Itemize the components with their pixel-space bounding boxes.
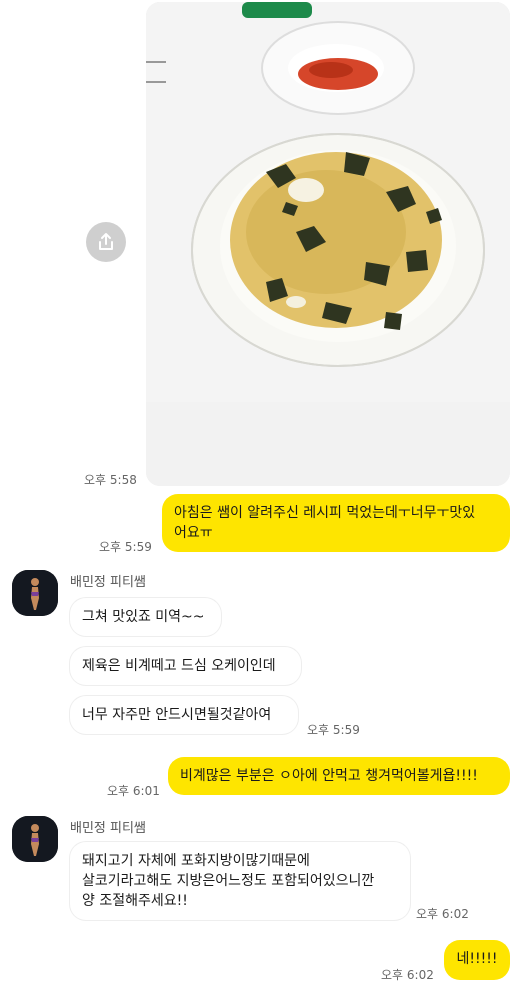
sender-name: 배민정 피티쌤 bbox=[70, 575, 146, 590]
avatar-image bbox=[12, 816, 58, 862]
share-icon bbox=[99, 233, 113, 250]
timestamp: 오후 5:59 bbox=[307, 723, 360, 737]
chat-view: 오후 5:58 아침은 쌤이 알려주신 레시피 먹었는데ㅜ너무ㅜ맛있 어요ㅠ 오… bbox=[0, 0, 524, 1000]
their-message-bubble[interactable]: 제육은 비계떼고 드심 오케이인데 bbox=[70, 647, 301, 685]
timestamp: 오후 6:01 bbox=[107, 784, 160, 798]
sender-name: 배민정 피티쌤 bbox=[70, 821, 146, 836]
my-message-bubble[interactable]: 비계많은 부분은 ㅇ아에 안먹고 챙겨먹어볼게욥!!!! bbox=[168, 757, 510, 795]
timestamp: 오후 5:59 bbox=[99, 540, 152, 554]
photo-message[interactable] bbox=[146, 2, 510, 486]
timestamp: 오후 6:02 bbox=[416, 907, 469, 921]
their-message-bubble[interactable]: 너무 자주만 안드시면될것같아여 bbox=[70, 696, 298, 734]
my-message-bubble[interactable]: 네!!!!! bbox=[444, 940, 510, 980]
avatar-image bbox=[12, 570, 58, 616]
timestamp: 오후 5:58 bbox=[84, 473, 137, 487]
avatar[interactable] bbox=[12, 816, 58, 862]
avatar[interactable] bbox=[12, 570, 58, 616]
my-message-bubble[interactable]: 아침은 쌤이 알려주신 레시피 먹었는데ㅜ너무ㅜ맛있 어요ㅠ bbox=[162, 494, 510, 552]
timestamp: 오후 6:02 bbox=[381, 968, 434, 982]
their-message-bubble[interactable]: 그쳐 맛있죠 미역~~ bbox=[70, 598, 221, 636]
their-message-bubble[interactable]: 돼지고기 자체에 포화지방이많기때문에 살코기라고해도 지방은어느정도 포함되어… bbox=[70, 842, 410, 920]
share-button[interactable] bbox=[86, 222, 126, 262]
food-photo bbox=[146, 2, 510, 486]
